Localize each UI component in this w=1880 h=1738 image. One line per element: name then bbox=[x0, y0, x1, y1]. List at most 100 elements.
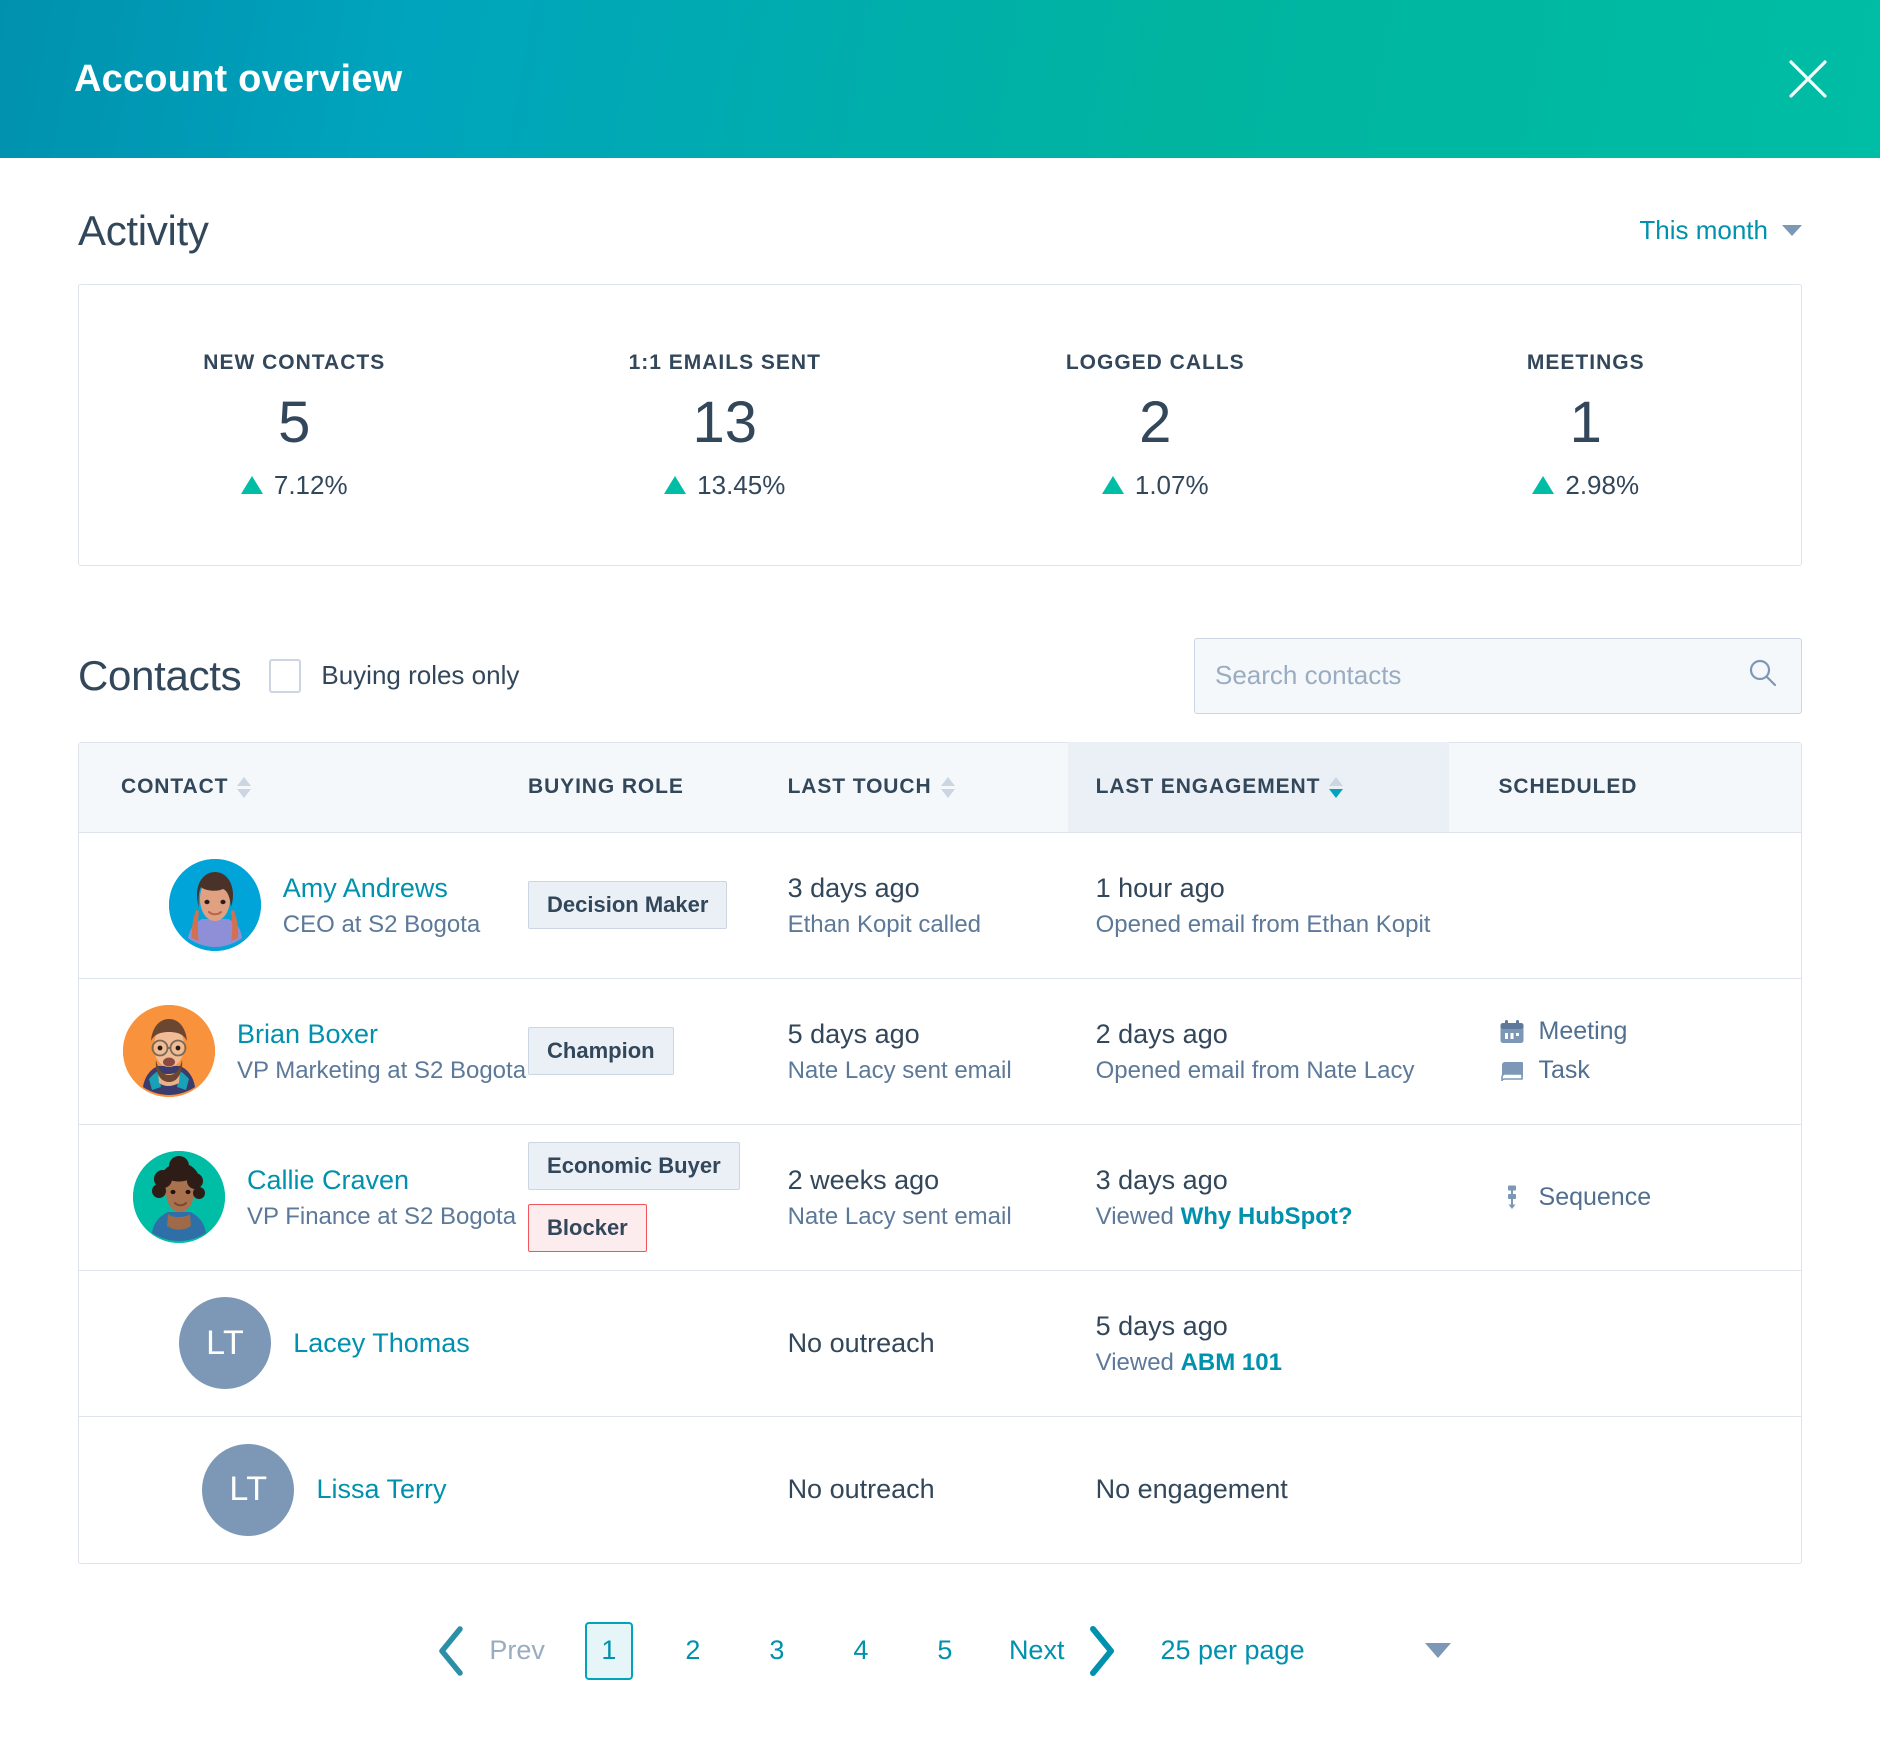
table-row[interactable]: Callie Craven VP Finance at S2 Bogota Ec… bbox=[79, 1125, 1801, 1271]
last-engagement-detail: Viewed ABM 101 bbox=[1096, 1349, 1449, 1377]
scheduled-sequence[interactable]: Sequence bbox=[1499, 1183, 1801, 1212]
table-header-row: CONTACT BUYING ROLE LAST TOUCH bbox=[79, 743, 1801, 833]
sort-icon[interactable] bbox=[237, 777, 251, 798]
cell-contact: LT Lissa Terry bbox=[79, 1444, 528, 1536]
last-engagement-link[interactable]: Why HubSpot? bbox=[1181, 1203, 1353, 1230]
table-row[interactable]: LT Lissa Terry No outreach No engagement bbox=[79, 1417, 1801, 1563]
last-engagement-time: 1 hour ago bbox=[1096, 872, 1449, 906]
contact-name-link[interactable]: Amy Andrews bbox=[283, 873, 448, 903]
table-row[interactable]: Amy Andrews CEO at S2 Bogota Decision Ma… bbox=[79, 833, 1801, 979]
checkbox-box[interactable] bbox=[269, 659, 301, 693]
buying-roles-only-checkbox[interactable]: Buying roles only bbox=[269, 659, 519, 693]
last-engagement-detail: Opened email from Ethan Kopit bbox=[1096, 911, 1449, 939]
account-overview-modal: Account overview Activity This month NEW… bbox=[0, 0, 1880, 1738]
cell-contact: Amy Andrews CEO at S2 Bogota bbox=[79, 859, 528, 951]
stat-delta: 2.98% bbox=[1371, 470, 1802, 501]
buying-role-badge[interactable]: Economic Buyer bbox=[528, 1142, 740, 1190]
activity-section: Activity This month NEW CONTACTS 5 7.12%… bbox=[0, 158, 1880, 566]
column-label: LAST TOUCH bbox=[788, 775, 932, 799]
buying-role-badge[interactable]: Champion bbox=[528, 1027, 674, 1075]
stat-meetings: MEETINGS 1 2.98% bbox=[1371, 351, 1802, 501]
last-engagement-text: Viewed bbox=[1096, 1203, 1181, 1230]
stat-logged-calls: LOGGED CALLS 2 1.07% bbox=[940, 351, 1371, 501]
pagination-page-4[interactable]: 4 bbox=[837, 1622, 885, 1680]
stat-new-contacts: NEW CONTACTS 5 7.12% bbox=[79, 351, 510, 501]
stat-label: NEW CONTACTS bbox=[79, 351, 510, 375]
contact-name-link[interactable]: Lacey Thomas bbox=[293, 1328, 470, 1358]
stat-label: 1:1 EMAILS SENT bbox=[510, 351, 941, 375]
buying-role-badge[interactable]: Decision Maker bbox=[528, 881, 727, 929]
last-engagement-detail: Viewed Why HubSpot? bbox=[1096, 1203, 1449, 1231]
last-engagement-time: No engagement bbox=[1096, 1473, 1449, 1507]
last-touch-detail: Ethan Kopit called bbox=[788, 911, 1068, 939]
last-touch-detail: Nate Lacy sent email bbox=[788, 1057, 1068, 1085]
last-engagement-detail: Opened email from Nate Lacy bbox=[1096, 1057, 1449, 1085]
task-icon bbox=[1499, 1058, 1525, 1084]
pagination-next[interactable]: Next bbox=[987, 1635, 1079, 1666]
avatar: LT bbox=[202, 1444, 294, 1536]
contact-name-link[interactable]: Callie Craven bbox=[247, 1165, 409, 1195]
last-engagement-text: Opened email from Nate Lacy bbox=[1096, 1057, 1415, 1084]
column-header-contact[interactable]: CONTACT bbox=[79, 742, 528, 832]
buying-role-badge-blocker[interactable]: Blocker bbox=[528, 1204, 647, 1252]
cell-contact: LT Lacey Thomas bbox=[79, 1297, 528, 1389]
trend-up-icon bbox=[241, 476, 263, 494]
per-page-label: 25 per page bbox=[1160, 1635, 1304, 1666]
cell-last-engagement: 1 hour ago Opened email from Ethan Kopit bbox=[1068, 872, 1449, 940]
trend-up-icon bbox=[664, 476, 686, 494]
contact-name-link[interactable]: Brian Boxer bbox=[237, 1019, 378, 1049]
cell-last-touch: 3 days ago Ethan Kopit called bbox=[788, 872, 1068, 940]
cell-contact: Brian Boxer VP Marketing at S2 Bogota bbox=[79, 1005, 528, 1097]
period-dropdown[interactable]: This month bbox=[1639, 215, 1802, 252]
pagination-page-1[interactable]: 1 bbox=[585, 1622, 633, 1680]
stat-delta: 13.45% bbox=[510, 470, 941, 501]
chevron-down-icon bbox=[1782, 225, 1802, 236]
per-page-dropdown[interactable]: 25 per page bbox=[1160, 1635, 1450, 1666]
scheduled-task[interactable]: Task bbox=[1499, 1056, 1801, 1085]
column-header-last-touch[interactable]: LAST TOUCH bbox=[788, 742, 1068, 832]
last-engagement-link[interactable]: ABM 101 bbox=[1181, 1349, 1282, 1376]
contact-name-link[interactable]: Lissa Terry bbox=[316, 1474, 446, 1504]
close-icon[interactable] bbox=[1780, 51, 1836, 107]
column-label: CONTACT bbox=[121, 775, 228, 799]
stat-delta-value: 7.12% bbox=[274, 470, 348, 501]
last-engagement-text: Viewed bbox=[1096, 1349, 1181, 1376]
column-label: SCHEDULED bbox=[1499, 775, 1638, 799]
pagination-page-5[interactable]: 5 bbox=[921, 1622, 969, 1680]
column-header-last-engagement[interactable]: LAST ENGAGEMENT bbox=[1068, 742, 1449, 832]
contacts-title: Contacts bbox=[78, 655, 241, 697]
last-engagement-time: 2 days ago bbox=[1096, 1018, 1449, 1052]
search-contacts-box[interactable] bbox=[1194, 638, 1802, 714]
last-engagement-time: 5 days ago bbox=[1096, 1310, 1449, 1344]
last-touch-time: 3 days ago bbox=[788, 872, 1068, 906]
activity-stats-card: NEW CONTACTS 5 7.12% 1:1 EMAILS SENT 13 … bbox=[78, 284, 1802, 566]
cell-last-touch: No outreach bbox=[788, 1327, 1068, 1361]
pagination-page-3[interactable]: 3 bbox=[753, 1622, 801, 1680]
sort-icon[interactable] bbox=[941, 777, 955, 798]
last-touch-time: No outreach bbox=[788, 1327, 1068, 1361]
sort-icon-active[interactable] bbox=[1329, 777, 1343, 798]
contacts-header: Contacts Buying roles only bbox=[78, 638, 1802, 714]
chevron-right-icon[interactable] bbox=[1084, 1624, 1118, 1678]
last-touch-detail: Nate Lacy sent email bbox=[788, 1203, 1068, 1231]
table-row[interactable]: LT Lacey Thomas No outreach 5 days ago V… bbox=[79, 1271, 1801, 1417]
cell-last-touch: 2 weeks ago Nate Lacy sent email bbox=[788, 1164, 1068, 1232]
search-icon[interactable] bbox=[1747, 657, 1779, 694]
pagination: Prev 1 2 3 4 5 Next 25 per page bbox=[78, 1564, 1802, 1724]
chevron-left-icon[interactable] bbox=[435, 1624, 469, 1678]
pagination-prev: Prev bbox=[475, 1635, 567, 1666]
cell-last-engagement: No engagement bbox=[1068, 1473, 1449, 1507]
contact-job-title: CEO at S2 Bogota bbox=[283, 911, 480, 939]
period-dropdown-label: This month bbox=[1639, 215, 1768, 246]
avatar bbox=[133, 1151, 225, 1243]
stat-delta: 7.12% bbox=[79, 470, 510, 501]
table-row[interactable]: Brian Boxer VP Marketing at S2 Bogota Ch… bbox=[79, 979, 1801, 1125]
scheduled-label: Meeting bbox=[1539, 1017, 1628, 1046]
scheduled-label: Sequence bbox=[1539, 1183, 1652, 1212]
pagination-page-2[interactable]: 2 bbox=[669, 1622, 717, 1680]
avatar: LT bbox=[179, 1297, 271, 1389]
search-input[interactable] bbox=[1215, 660, 1715, 691]
scheduled-meeting[interactable]: Meeting bbox=[1499, 1017, 1801, 1046]
stat-emails-sent: 1:1 EMAILS SENT 13 13.45% bbox=[510, 351, 941, 501]
last-touch-time: 5 days ago bbox=[788, 1018, 1068, 1052]
